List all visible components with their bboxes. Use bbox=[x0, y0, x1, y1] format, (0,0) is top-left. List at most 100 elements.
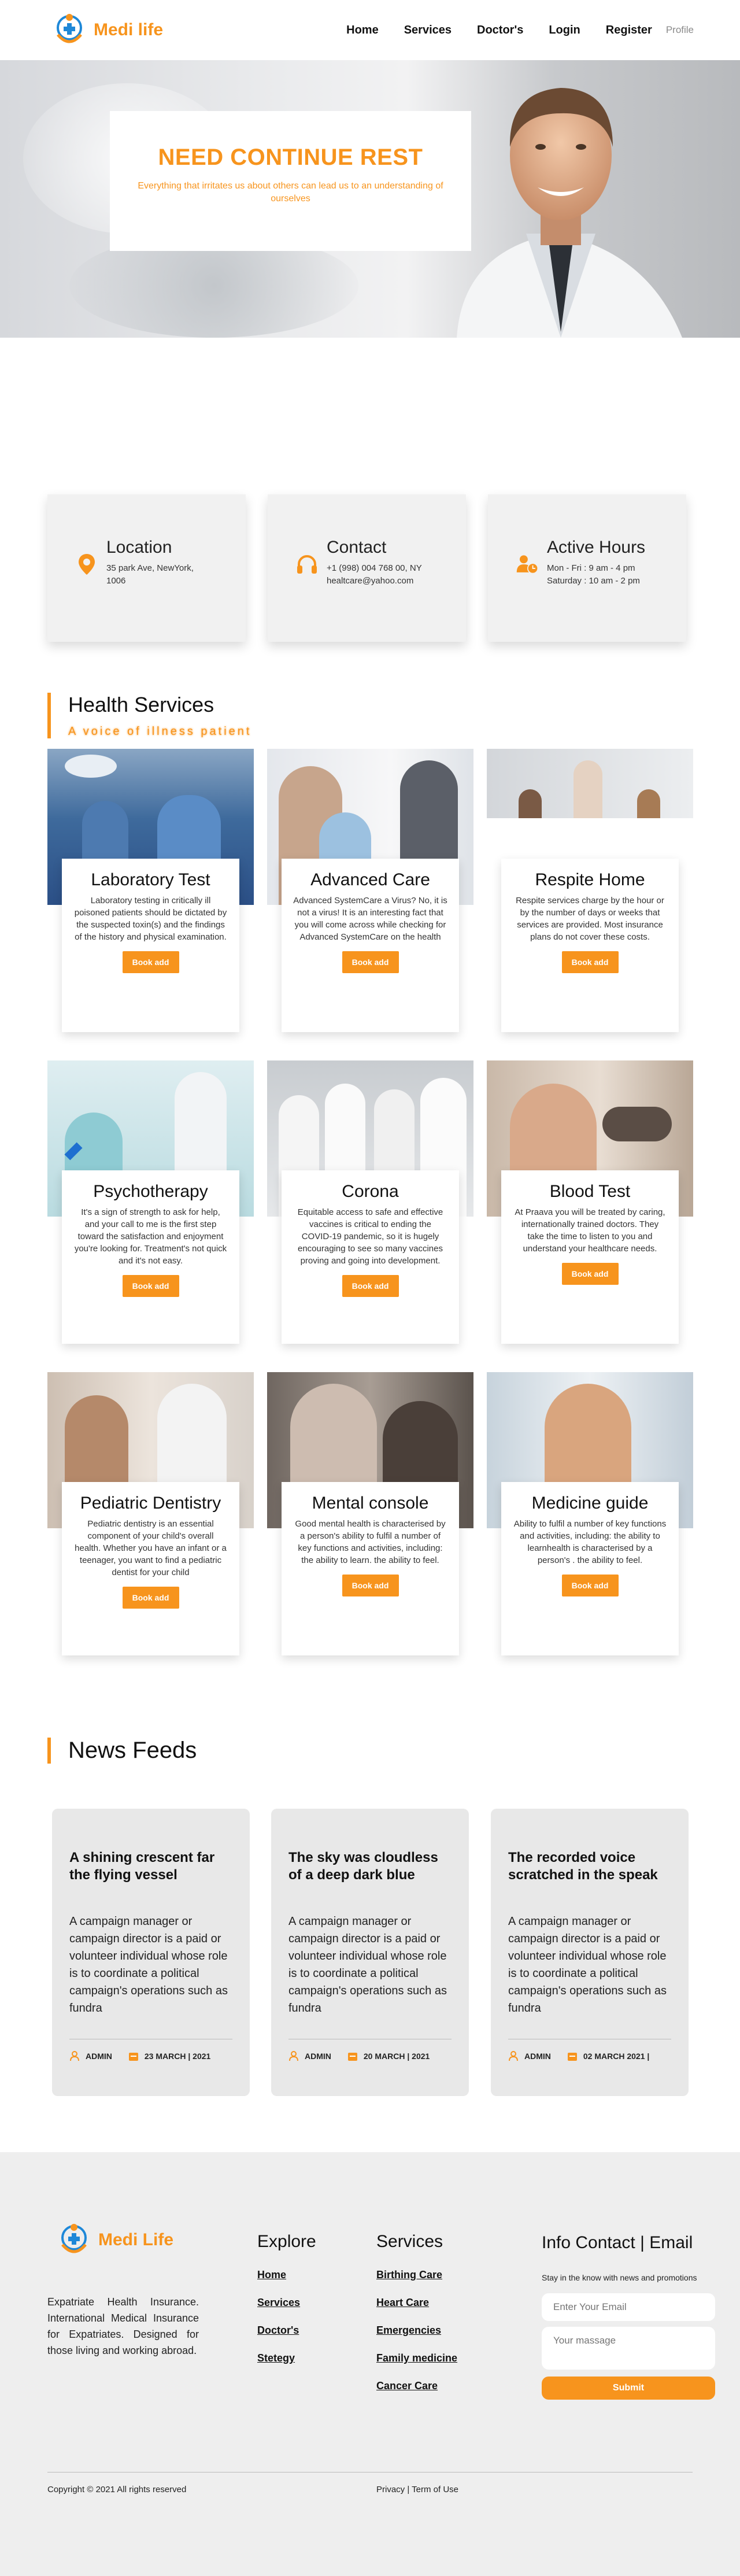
book-button[interactable]: Book add bbox=[561, 1263, 619, 1285]
news-card[interactable]: The sky was cloudless of a deep dark blu… bbox=[271, 1809, 469, 2096]
info-cards: Location 35 park Ave, NewYork, 1006 Cont… bbox=[47, 494, 686, 642]
news-author: ADMIN bbox=[524, 2052, 551, 2061]
footer-contact-title: Info Contact | Email bbox=[542, 2233, 693, 2252]
nav-services[interactable]: Services bbox=[404, 24, 452, 37]
location-line1: 35 park Ave, NewYork, bbox=[106, 563, 194, 573]
news-title[interactable]: The recorded voice scratched in the spea… bbox=[508, 1849, 671, 1884]
footer-link-doctors[interactable]: Doctor's bbox=[257, 2324, 316, 2337]
location-title: Location bbox=[106, 538, 172, 557]
news-excerpt: A campaign manager or campaign director … bbox=[288, 1915, 447, 2015]
news-date: 20 MARCH | 2021 bbox=[363, 2052, 430, 2061]
footer-link-family-medicine[interactable]: Family medicine bbox=[376, 2352, 457, 2364]
book-button[interactable]: Book add bbox=[122, 951, 179, 973]
service-title: Advanced Care bbox=[310, 870, 430, 889]
service-title: Laboratory Test bbox=[91, 870, 210, 889]
service-mental-console: Mental console Good mental health is cha… bbox=[267, 1372, 473, 1655]
footer-contact-form: Info Contact | Email Stay in the know wi… bbox=[542, 2232, 715, 2400]
contact-title: Contact bbox=[327, 538, 387, 557]
news-date: 02 MARCH 2021 | bbox=[583, 2052, 650, 2061]
book-button[interactable]: Book add bbox=[342, 1275, 399, 1297]
location-line2: 1006 bbox=[106, 576, 126, 586]
service-card: Respite Home Respite services charge by … bbox=[501, 859, 679, 1032]
footer-logo[interactable]: Medi Life bbox=[58, 2222, 173, 2259]
legal-links[interactable]: Privacy | Term of Use bbox=[376, 2485, 458, 2494]
service-title: Respite Home bbox=[535, 870, 645, 889]
section-title: Health Services bbox=[68, 693, 214, 716]
footer-link-home[interactable]: Home bbox=[257, 2269, 316, 2281]
service-card: Mental console Good mental health is cha… bbox=[282, 1482, 459, 1655]
nav-register[interactable]: Register bbox=[606, 24, 652, 37]
calendar-icon bbox=[347, 2053, 357, 2061]
news-title[interactable]: A shining crescent far the flying vessel bbox=[69, 1849, 232, 1884]
footer-link-heart-care[interactable]: Heart Care bbox=[376, 2297, 457, 2309]
hero-subtitle: Everything that irritates us about other… bbox=[138, 181, 443, 204]
service-advanced-care: Advanced Care Advanced SystemCare a Viru… bbox=[267, 749, 473, 1032]
book-button[interactable]: Book add bbox=[561, 1575, 619, 1596]
news-meta: ADMIN 23 MARCH | 2021 bbox=[69, 2051, 232, 2061]
main-nav: Home Services Doctor's Login Register Pr… bbox=[346, 24, 694, 37]
map-pin-icon bbox=[79, 554, 95, 575]
hours-saturday: Saturday : 10 am - 2 pm bbox=[547, 576, 640, 586]
book-button[interactable]: Book add bbox=[122, 1275, 179, 1297]
footer-link-emergencies[interactable]: Emergencies bbox=[376, 2324, 457, 2337]
service-title: Pediatric Dentistry bbox=[80, 1494, 221, 1513]
service-card: Advanced Care Advanced SystemCare a Viru… bbox=[282, 859, 459, 1032]
footer-services-title: Services bbox=[376, 2232, 443, 2251]
service-respite-home: Respite Home Respite services charge by … bbox=[487, 749, 693, 1032]
news-card[interactable]: A shining crescent far the flying vessel… bbox=[52, 1809, 250, 2096]
service-text: Ability to fulfil a number of key functi… bbox=[513, 1519, 667, 1565]
service-text: It's a sign of strength to ask for help,… bbox=[74, 1207, 227, 1266]
news-meta: ADMIN 20 MARCH | 2021 bbox=[288, 2051, 452, 2061]
news-author: ADMIN bbox=[86, 2052, 112, 2061]
service-text: Respite services charge by the hour or b… bbox=[516, 896, 664, 942]
medical-logo-icon bbox=[57, 14, 82, 43]
news-title[interactable]: The sky was cloudless of a deep dark blu… bbox=[288, 1849, 452, 1884]
news-excerpt: A campaign manager or campaign director … bbox=[508, 1915, 667, 2015]
service-corona: Corona Equitable access to safe and effe… bbox=[267, 1060, 473, 1344]
footer-link-cancer-care[interactable]: Cancer Care bbox=[376, 2380, 457, 2392]
nav-doctors[interactable]: Doctor's bbox=[477, 24, 523, 37]
message-field[interactable] bbox=[542, 2327, 715, 2370]
service-card: Pediatric Dentistry Pediatric dentistry … bbox=[62, 1482, 239, 1655]
nav-login[interactable]: Login bbox=[549, 24, 580, 37]
hero-card: NEED CONTINUE REST Everything that irrit… bbox=[110, 111, 471, 251]
hours-weekday: Mon - Fri : 9 am - 4 pm bbox=[547, 563, 635, 573]
contact-phone[interactable]: +1 (998) 004 768 00, NY bbox=[327, 562, 422, 575]
book-button[interactable]: Book add bbox=[561, 951, 619, 973]
book-button[interactable]: Book add bbox=[342, 951, 399, 973]
news-card[interactable]: The recorded voice scratched in the spea… bbox=[491, 1809, 689, 2096]
footer-explore: Explore Home Services Doctor's Stetegy bbox=[257, 2232, 316, 2380]
hours-card: Active Hours Mon - Fri : 9 am - 4 pm Sat… bbox=[488, 494, 686, 642]
book-button[interactable]: Book add bbox=[122, 1587, 179, 1609]
doctor-photo bbox=[457, 88, 682, 338]
brand-logo[interactable]: Medi life bbox=[53, 12, 163, 49]
book-button[interactable]: Book add bbox=[342, 1575, 399, 1596]
section-title: News Feeds bbox=[68, 1738, 197, 1763]
service-laboratory-test: Laboratory Test Laboratory testing in cr… bbox=[47, 749, 254, 1032]
news-feeds-heading: News Feeds bbox=[47, 1738, 197, 1764]
service-psychotherapy: Psychotherapy It's a sign of strength to… bbox=[47, 1060, 254, 1344]
section-subtitle: A voice of illness patient bbox=[68, 725, 252, 738]
service-pediatric-dentistry: Pediatric Dentistry Pediatric dentistry … bbox=[47, 1372, 254, 1655]
nav-profile[interactable]: Profile bbox=[666, 24, 694, 36]
service-card: Blood Test At Praava you will be treated… bbox=[501, 1170, 679, 1344]
footer: Medi Life Expatriate Health Insurance. I… bbox=[0, 2152, 740, 2576]
email-field[interactable] bbox=[542, 2293, 715, 2321]
service-title: Psychotherapy bbox=[93, 1182, 208, 1201]
footer-link-birthing-care[interactable]: Birthing Care bbox=[376, 2269, 457, 2281]
headphones-icon bbox=[297, 555, 317, 574]
news-meta: ADMIN 02 MARCH 2021 | bbox=[508, 2051, 671, 2061]
footer-link-strategy[interactable]: Stetegy bbox=[257, 2352, 316, 2364]
news-date: 23 MARCH | 2021 bbox=[144, 2052, 211, 2061]
hours-title: Active Hours bbox=[547, 538, 646, 557]
footer-link-services[interactable]: Services bbox=[257, 2297, 316, 2309]
service-text: Pediatric dentistry is an essential comp… bbox=[75, 1519, 227, 1577]
contact-email[interactable]: healtcare@yahoo.com bbox=[327, 575, 422, 587]
footer-about: Expatriate Health Insurance. Internation… bbox=[47, 2296, 199, 2356]
service-text: Good mental health is characterised by a… bbox=[295, 1519, 446, 1565]
submit-button[interactable]: Submit bbox=[542, 2377, 715, 2400]
calendar-icon bbox=[128, 2053, 138, 2061]
health-services-heading: Health Services A voice of illness patie… bbox=[47, 693, 251, 738]
navbar: Medi life Home Services Doctor's Login R… bbox=[0, 0, 740, 60]
nav-home[interactable]: Home bbox=[346, 24, 379, 37]
